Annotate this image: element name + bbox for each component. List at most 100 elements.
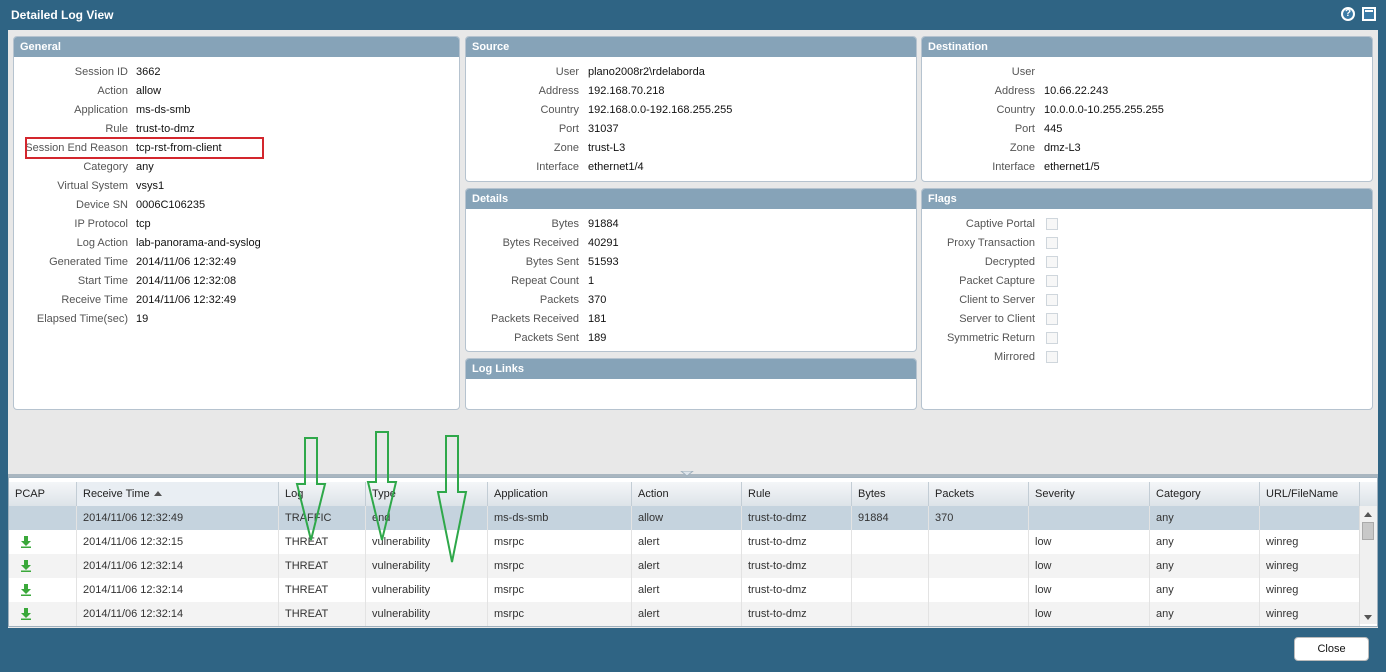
flag-checkbox — [1046, 256, 1058, 268]
column-header-severity[interactable]: Severity — [1029, 482, 1150, 506]
column-header-rule[interactable]: Rule — [742, 482, 852, 506]
cell-url-filename: winreg — [1260, 530, 1360, 554]
column-header-label: Receive Time — [83, 488, 150, 500]
details-field-label: Bytes Received — [502, 237, 579, 249]
cell-severity: low — [1029, 554, 1150, 578]
column-header-url-filename[interactable]: URL/FileName — [1260, 482, 1360, 506]
details-field-row: Repeat Count 1 — [466, 272, 916, 291]
cell-pcap[interactable] — [9, 530, 77, 554]
help-icon[interactable]: ? — [1341, 7, 1355, 21]
table-row[interactable]: 2014/11/06 12:32:14 THREAT vulnerability ms… — [9, 578, 1360, 602]
cell-packets — [929, 554, 1029, 578]
flag-row: Captive Portal — [922, 215, 1372, 234]
table-row[interactable]: 2014/11/06 12:32:49 TRAFFIC end ms-ds-smb al… — [9, 506, 1360, 530]
cell-rule: trust-to-dmz — [742, 530, 852, 554]
details-field-label: Repeat Count — [511, 275, 579, 287]
flag-row: Server to Client — [922, 310, 1372, 329]
details-panel-header: Details — [466, 189, 916, 209]
details-field-label: Packets Sent — [514, 332, 579, 344]
pcap-download-icon[interactable] — [21, 584, 31, 596]
flag-label: Client to Server — [959, 294, 1035, 306]
column-header-category[interactable]: Category — [1150, 482, 1260, 506]
log-links-panel-header: Log Links — [466, 359, 916, 379]
cell-receive-time: 2014/11/06 12:32:15 — [77, 530, 279, 554]
column-header-label: URL/FileName — [1266, 488, 1339, 500]
pcap-download-icon[interactable] — [21, 536, 31, 548]
scroll-up-icon[interactable] — [1364, 512, 1372, 517]
flag-label: Server to Client — [959, 313, 1035, 325]
general-field-value: 2014/11/06 12:32:08 — [136, 275, 237, 287]
column-header-packets[interactable]: Packets — [929, 482, 1029, 506]
destination-field-value: 445 — [1044, 123, 1063, 135]
column-header-bytes[interactable]: Bytes — [852, 482, 929, 506]
pcap-download-icon[interactable] — [21, 608, 31, 620]
general-field-row: Log Action lab-panorama-and-syslog — [14, 234, 459, 253]
cell-application: ms-ds-smb — [488, 506, 632, 530]
cell-severity: low — [1029, 530, 1150, 554]
cell-action: alert — [632, 578, 742, 602]
destination-field-row: User — [922, 63, 1372, 82]
column-header-action[interactable]: Action — [632, 482, 742, 506]
general-field-value: vsys1 — [136, 180, 165, 192]
general-panel: General Session ID 3662 Action allow Applica… — [13, 36, 460, 410]
cell-type: vulnerability — [366, 554, 488, 578]
cell-log: THREAT — [279, 554, 366, 578]
cell-pcap[interactable] — [9, 506, 77, 530]
flag-label: Mirrored — [994, 351, 1035, 363]
source-field-value: 31037 — [588, 123, 619, 135]
scroll-thumb[interactable] — [1362, 522, 1374, 540]
cell-category: any — [1150, 506, 1260, 530]
column-header-receive-time[interactable]: Receive Time — [77, 482, 279, 506]
cell-action: allow — [632, 506, 742, 530]
cell-pcap[interactable] — [9, 554, 77, 578]
cell-bytes — [852, 554, 929, 578]
scroll-down-icon[interactable] — [1364, 615, 1372, 620]
flag-row: Packet Capture — [922, 272, 1372, 291]
general-field-row: Session ID 3662 — [14, 63, 459, 82]
close-button[interactable]: Close — [1294, 637, 1369, 661]
table-row[interactable]: 2014/11/06 12:32:14 THREAT vulnerability ms… — [9, 602, 1360, 626]
cell-rule: trust-to-dmz — [742, 554, 852, 578]
general-field-row: Category any — [14, 158, 459, 177]
source-field-label: Port — [558, 123, 579, 135]
maximize-icon[interactable] — [1362, 7, 1376, 21]
destination-field-value: 10.0.0.0-10.255.255.255 — [1044, 104, 1164, 116]
source-field-row: Port 31037 — [466, 120, 916, 139]
flag-label: Packet Capture — [959, 275, 1035, 287]
cell-url-filename: winreg — [1260, 578, 1360, 602]
column-header-label: Application — [494, 488, 548, 500]
cell-url-filename — [1260, 506, 1360, 530]
cell-url-filename: winreg — [1260, 554, 1360, 578]
general-field-label: Action — [97, 85, 128, 97]
general-field-label: Start Time — [77, 275, 128, 287]
column-header-pcap[interactable]: PCAP — [9, 482, 77, 506]
cell-severity: low — [1029, 578, 1150, 602]
flag-row: Mirrored — [922, 348, 1372, 367]
column-header-label: PCAP — [15, 488, 45, 500]
details-field-label: Packets Received — [490, 313, 579, 325]
general-field-row: Elapsed Time(sec) 19 — [14, 310, 459, 329]
window-title: Detailed Log View — [11, 8, 114, 22]
details-field-label: Bytes Sent — [525, 256, 579, 268]
cell-pcap[interactable] — [9, 578, 77, 602]
table-row[interactable]: 2014/11/06 12:32:14 THREAT vulnerability ms… — [9, 554, 1360, 578]
pcap-download-icon[interactable] — [21, 560, 31, 572]
general-field-value: tcp — [136, 218, 151, 230]
cell-action: alert — [632, 530, 742, 554]
details-field-value: 1 — [588, 275, 595, 287]
cell-pcap[interactable] — [9, 602, 77, 626]
details-field-row: Bytes Received 40291 — [466, 234, 916, 253]
column-header-label: Severity — [1035, 488, 1075, 500]
flag-row: Client to Server — [922, 291, 1372, 310]
source-field-label: Interface — [536, 161, 579, 173]
general-field-value: allow — [136, 85, 162, 97]
source-field-value: 192.168.70.218 — [588, 85, 665, 97]
general-field-label: IP Protocol — [74, 218, 128, 230]
general-field-row: Generated Time 2014/11/06 12:32:49 — [14, 253, 459, 272]
table-scrollbar[interactable] — [1359, 506, 1377, 624]
destination-field-row: Country 10.0.0.0-10.255.255.255 — [922, 101, 1372, 120]
source-field-row: Interface ethernet1/4 — [466, 158, 916, 177]
column-header-application[interactable]: Application — [488, 482, 632, 506]
cell-type: vulnerability — [366, 578, 488, 602]
table-row[interactable]: 2014/11/06 12:32:15 THREAT vulnerability ms… — [9, 530, 1360, 554]
